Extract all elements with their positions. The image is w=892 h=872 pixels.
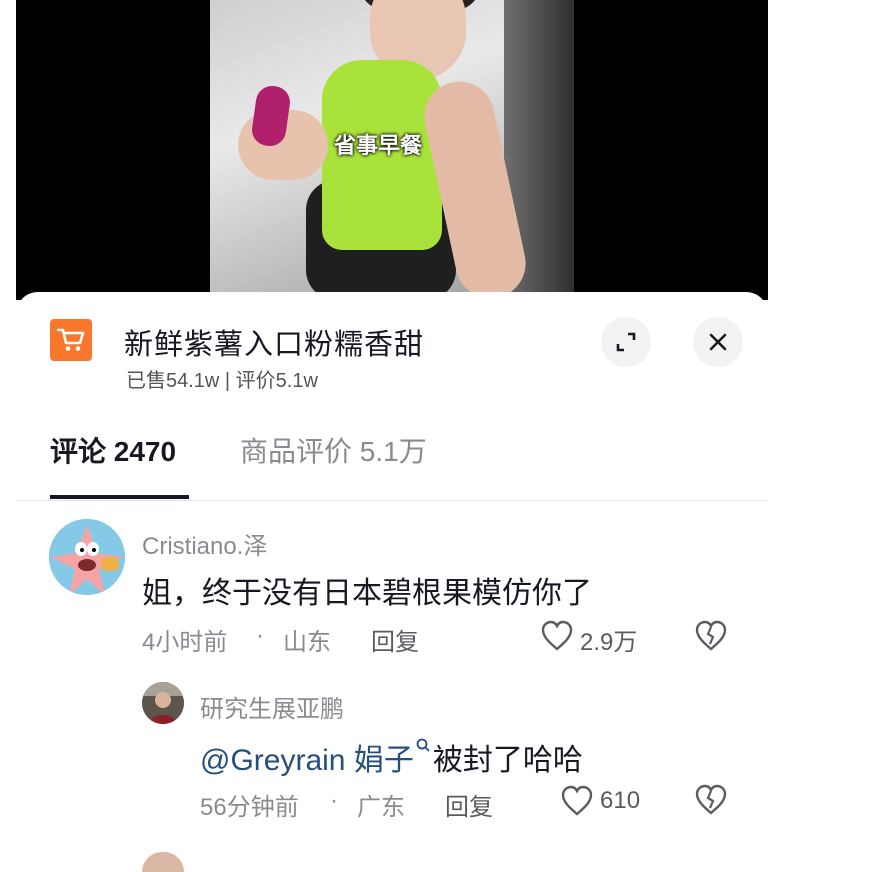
comment-location: 山东: [283, 629, 331, 656]
comment-text: 姐，终于没有日本碧根果模仿你了: [142, 577, 592, 610]
video-subtitle: 省事早餐: [333, 133, 422, 158]
like-button[interactable]: 610: [560, 784, 660, 818]
reply-button[interactable]: 回复: [445, 787, 493, 822]
like-count: 2.9万: [580, 629, 638, 656]
comment-username[interactable]: Cristiano.泽: [142, 526, 267, 561]
meta-separator: ·: [330, 787, 338, 814]
broken-heart-icon: [695, 784, 727, 815]
expand-button[interactable]: [601, 317, 651, 367]
dislike-button[interactable]: [694, 784, 728, 816]
shopping-cart-icon[interactable]: [50, 319, 92, 361]
user-mention-link[interactable]: @Greyrain 娟子: [200, 744, 414, 777]
cart-glyph-icon: [57, 328, 85, 351]
tab-product-reviews[interactable]: 商品评价 5.1万: [240, 430, 427, 470]
expand-icon: [616, 332, 636, 352]
tab-divider: [16, 500, 768, 501]
reply-button[interactable]: 回复: [371, 622, 419, 657]
close-icon: [709, 333, 727, 351]
patrick-star-avatar-icon: [49, 519, 125, 595]
close-button[interactable]: [693, 317, 743, 367]
reply-text: 被封了哈哈: [432, 744, 583, 777]
search-icon[interactable]: [415, 737, 431, 755]
like-button[interactable]: 2.9万: [540, 619, 650, 656]
avatar[interactable]: [142, 682, 184, 724]
tab-comments[interactable]: 评论 2470: [50, 430, 176, 470]
meta-separator: ·: [256, 622, 264, 649]
avatar[interactable]: [49, 519, 125, 595]
heart-icon: [561, 785, 593, 816]
comment-location: 广东: [357, 794, 405, 821]
dislike-button[interactable]: [694, 620, 728, 652]
broken-heart-icon: [695, 620, 727, 651]
active-tab-indicator: [50, 495, 189, 499]
product-title[interactable]: 新鲜紫薯入口粉糯香甜: [124, 321, 424, 363]
like-count: 610: [600, 787, 641, 814]
user-photo-avatar-icon: [142, 682, 184, 724]
product-sales-info: 已售54.1w | 评价5.1w: [126, 370, 318, 392]
comment-username[interactable]: 研究生展亚鹏: [200, 689, 344, 724]
heart-icon: [541, 620, 573, 651]
comment-text: @Greyrain 娟子 被封了哈哈: [200, 735, 583, 779]
comment-time: 56分钟前: [200, 794, 299, 821]
comment-time: 4小时前: [142, 629, 228, 656]
